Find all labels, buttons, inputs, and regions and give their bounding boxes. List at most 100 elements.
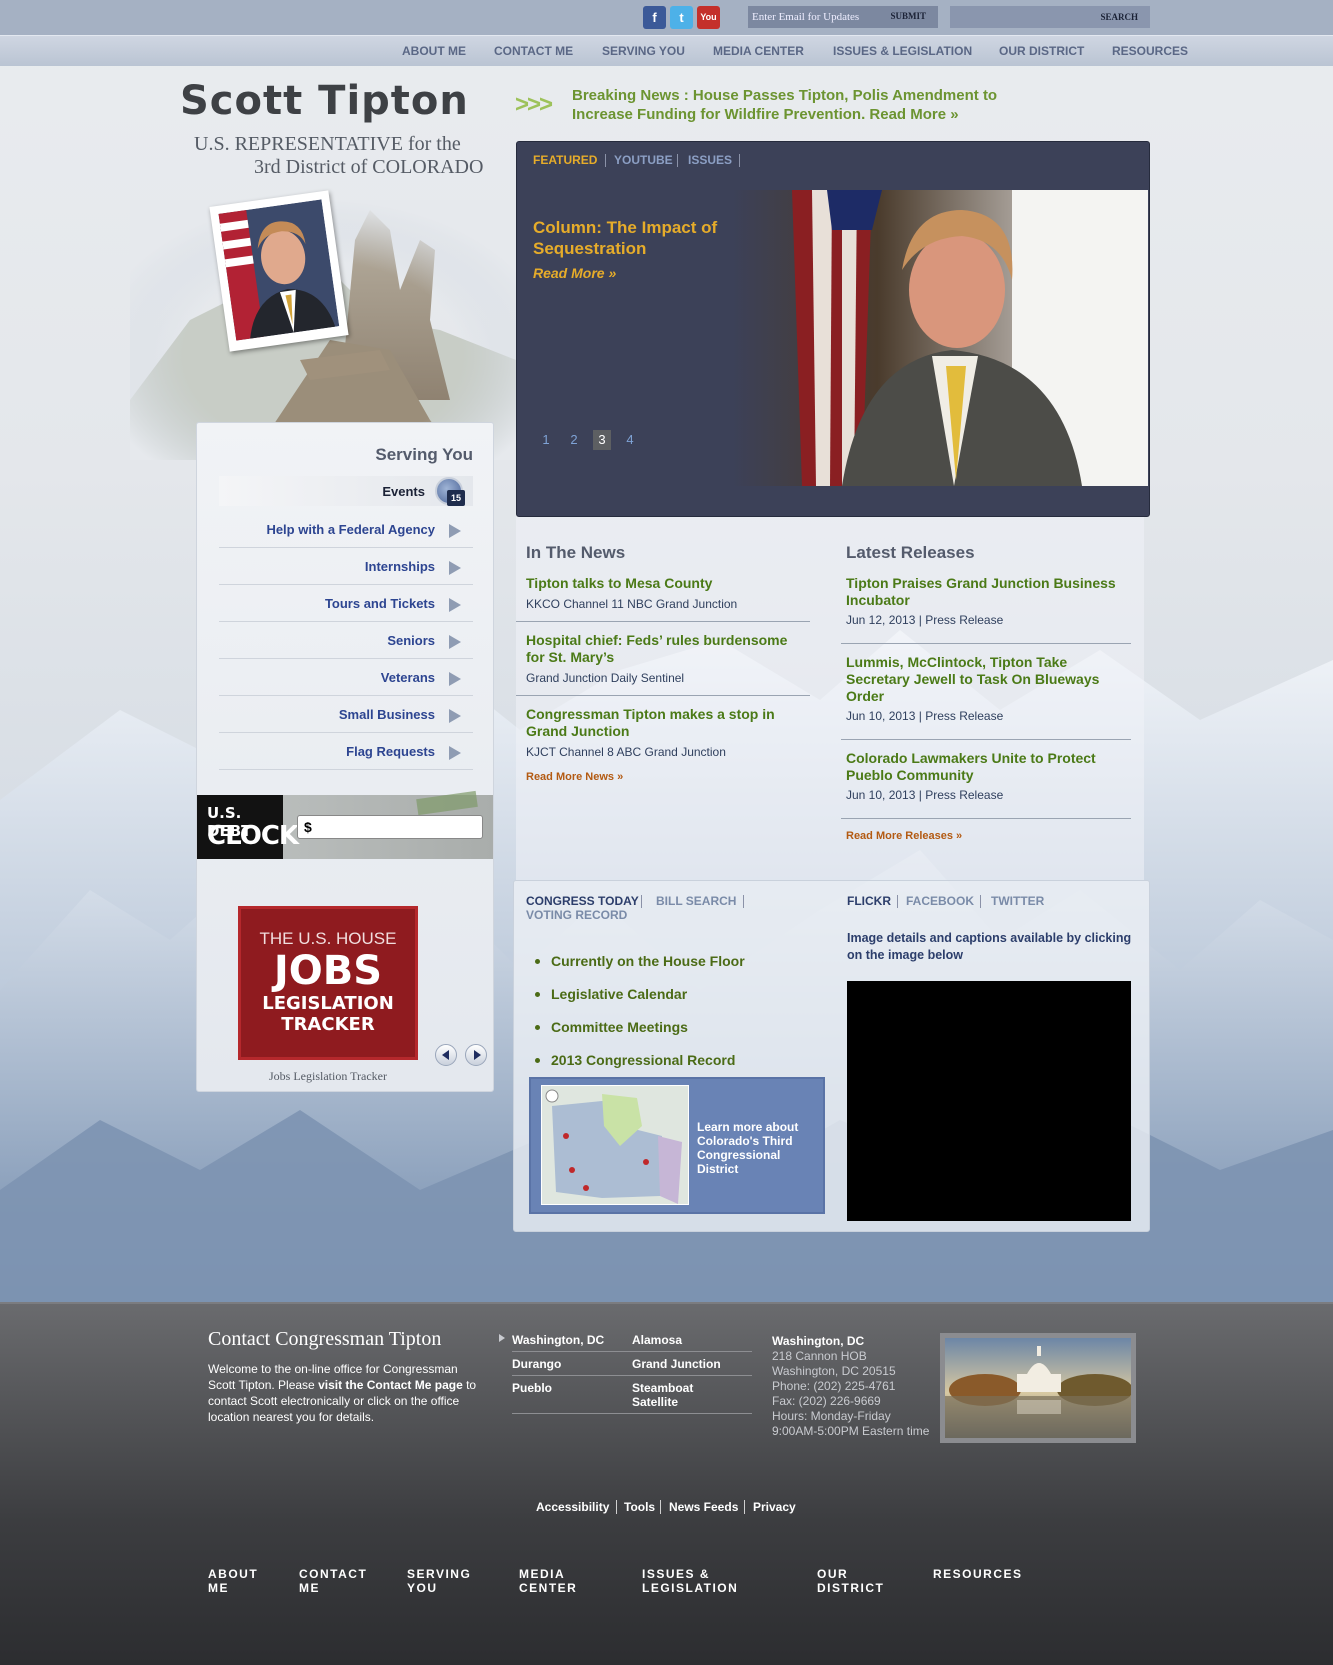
serving-item-label: Small Business	[338, 707, 435, 722]
portrait-image	[218, 199, 340, 341]
office-alamosa[interactable]: Alamosa	[632, 1333, 682, 1347]
tab-issues[interactable]: ISSUES	[688, 153, 732, 167]
footer-nav-serving-you[interactable]: SERVING YOU	[407, 1567, 487, 1595]
nav-resources[interactable]: RESOURCES	[1112, 44, 1188, 58]
serving-item-label: Veterans	[380, 670, 435, 685]
release-date: Jun 12, 2013	[846, 613, 916, 627]
footer-tools-link[interactable]: Tools	[624, 1500, 655, 1514]
contact-me-link[interactable]: visit the Contact Me page	[318, 1378, 463, 1392]
serving-item-flag-requests[interactable]: Flag Requests	[219, 733, 473, 770]
tab-congress-today[interactable]: CONGRESS TODAY	[526, 894, 639, 908]
nav-about-me[interactable]: ABOUT ME	[402, 44, 466, 58]
footer-nav-issues-legislation[interactable]: ISSUES & LEGISLATION	[642, 1567, 752, 1595]
release-type: Press Release	[925, 613, 1004, 627]
district-map	[541, 1085, 689, 1205]
featured-photo[interactable]	[732, 190, 1148, 486]
news-headline[interactable]: Tipton talks to Mesa County	[526, 575, 796, 592]
slide-page-4[interactable]: 4	[621, 430, 639, 450]
nav-our-district[interactable]: OUR DISTRICT	[999, 44, 1084, 58]
release-headline[interactable]: Colorado Lawmakers Unite to Protect Pueb…	[846, 750, 1116, 784]
serving-item-tours-tickets[interactable]: Tours and Tickets	[219, 585, 473, 622]
divider	[512, 1375, 752, 1376]
office-steamboat[interactable]: Steamboat Satellite	[632, 1381, 712, 1409]
serving-item-seniors[interactable]: Seniors	[219, 622, 473, 659]
footer-nav-resources[interactable]: RESOURCES	[933, 1567, 1043, 1581]
release-meta: Jun 10, 2013 | Press Release	[846, 788, 1004, 802]
office-pueblo[interactable]: Pueblo	[512, 1381, 552, 1395]
nav-serving-you[interactable]: SERVING YOU	[602, 44, 685, 58]
arrow-right-icon	[449, 746, 461, 760]
chevron-left-icon	[442, 1050, 449, 1060]
youtube-icon[interactable]: You	[697, 6, 720, 29]
slide-page-2[interactable]: 2	[565, 430, 583, 450]
congressional-record-link[interactable]: 2013 Congressional Record	[534, 1052, 735, 1068]
read-more-releases-link[interactable]: Read More Releases »	[846, 830, 962, 842]
committee-meetings-link[interactable]: Committee Meetings	[535, 1019, 688, 1035]
address-title: Washington, DC	[772, 1334, 865, 1348]
district-text: Learn more about Colorado's Third Congre…	[697, 1120, 799, 1176]
debt-clock-value	[297, 815, 483, 839]
subtitle-line1: U.S. REPRESENTATIVE for the	[194, 133, 461, 155]
footer-nav-our-district[interactable]: OUR DISTRICT	[817, 1567, 897, 1595]
serving-item-veterans[interactable]: Veterans	[219, 659, 473, 696]
footer-news-feeds-link[interactable]: News Feeds	[669, 1500, 738, 1514]
jobs-line3: LEGISLATION	[262, 993, 394, 1014]
flickr-image-viewer[interactable]	[847, 981, 1131, 1221]
legislative-calendar-link[interactable]: Legislative Calendar	[534, 986, 687, 1002]
carousel-prev-button[interactable]	[435, 1044, 457, 1066]
serving-item-label: Events	[382, 484, 425, 499]
footer-nav-about-me[interactable]: ABOUT ME	[208, 1567, 268, 1595]
serving-item-label: Help with a Federal Agency	[266, 522, 435, 537]
tab-facebook[interactable]: FACEBOOK	[906, 894, 974, 908]
facebook-icon[interactable]: f	[643, 6, 666, 29]
district-map-banner[interactable]: Learn more about Colorado's Third Congre…	[529, 1077, 825, 1214]
office-grand-junction[interactable]: Grand Junction	[632, 1357, 721, 1371]
featured-title[interactable]: Column: The Impact of Sequestration	[533, 217, 753, 259]
featured-image	[732, 190, 1148, 486]
email-input[interactable]	[752, 8, 882, 26]
office-washington-dc[interactable]: Washington, DC	[512, 1333, 604, 1347]
news-headline[interactable]: Congressman Tipton makes a stop in Grand…	[526, 706, 796, 740]
tab-twitter[interactable]: TWITTER	[991, 894, 1044, 908]
site-title[interactable]: Scott Tipton	[180, 78, 469, 124]
nav-contact-me[interactable]: CONTACT ME	[494, 44, 573, 58]
read-more-news-link[interactable]: Read More News »	[526, 771, 623, 783]
featured-read-more[interactable]: Read More »	[533, 265, 616, 281]
news-source: KJCT Channel 8 ABC Grand Junction	[526, 745, 726, 759]
top-utility-bar: f t You SUBMIT SEARCH	[0, 0, 1333, 35]
debt-clock-logo: U.S. DEBT CLOCK	[197, 795, 299, 859]
release-date: Jun 10, 2013	[846, 709, 916, 723]
office-durango[interactable]: Durango	[512, 1357, 561, 1371]
tab-voting-record[interactable]: VOTING RECORD	[526, 908, 627, 922]
nav-issues-legislation[interactable]: ISSUES & LEGISLATION	[833, 44, 972, 58]
search-button[interactable]: SEARCH	[1100, 12, 1138, 22]
serving-item-federal-agency[interactable]: Help with a Federal Agency	[219, 511, 473, 548]
tab-youtube[interactable]: YOUTUBE	[614, 153, 673, 167]
address-phone: Phone: (202) 225-4761	[772, 1379, 896, 1393]
slide-page-1[interactable]: 1	[537, 430, 555, 450]
footer-accessibility-link[interactable]: Accessibility	[536, 1500, 609, 1514]
footer-privacy-link[interactable]: Privacy	[753, 1500, 796, 1514]
address-city: Washington, DC 20515	[772, 1364, 896, 1378]
carousel-next-button[interactable]	[465, 1044, 487, 1066]
breaking-news-link[interactable]: Breaking News : House Passes Tipton, Pol…	[572, 86, 1052, 124]
tab-featured[interactable]: FEATURED	[533, 153, 597, 167]
house-floor-link[interactable]: Currently on the House Floor	[535, 953, 745, 969]
footer-nav-media-center[interactable]: MEDIA CENTER	[519, 1567, 599, 1595]
slide-page-3-active[interactable]: 3	[593, 430, 611, 450]
debt-clock-widget: U.S. DEBT CLOCK	[197, 790, 493, 859]
serving-item-small-business[interactable]: Small Business	[219, 696, 473, 733]
serving-item-events[interactable]: Events 15	[219, 476, 473, 506]
news-headline[interactable]: Hospital chief: Feds’ rules burdensome f…	[526, 632, 796, 666]
tab-bill-search[interactable]: BILL SEARCH	[656, 894, 736, 908]
search-box[interactable]: SEARCH	[950, 6, 1150, 28]
twitter-icon[interactable]: t	[670, 6, 693, 29]
release-headline[interactable]: Lummis, McClintock, Tipton Take Secretar…	[846, 654, 1126, 705]
email-submit-button[interactable]: SUBMIT	[890, 11, 926, 21]
jobs-tracker-banner[interactable]: THE U.S. HOUSE JOBS LEGISLATION TRACKER	[238, 906, 418, 1060]
footer-nav-contact-me[interactable]: CONTACT ME	[299, 1567, 379, 1595]
release-headline[interactable]: Tipton Praises Grand Junction Business I…	[846, 575, 1136, 609]
serving-item-internships[interactable]: Internships	[219, 548, 473, 585]
tab-flickr[interactable]: FLICKR	[847, 894, 891, 908]
nav-media-center[interactable]: MEDIA CENTER	[713, 44, 804, 58]
